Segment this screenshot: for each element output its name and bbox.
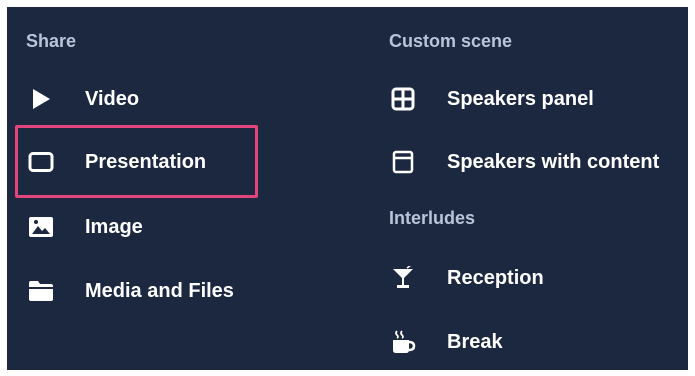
share-media-and-files-label: Media and Files [85,279,234,302]
grid-icon [390,86,416,112]
image-icon [28,214,54,240]
speakers-panel-item[interactable]: Speakers panel [390,79,594,119]
share-menu-panel: Share Video Presentation Image Media and… [7,7,688,370]
share-heading: Share [26,31,77,51]
custom-scene-heading: Custom scene [389,31,513,51]
presentation-icon [28,149,54,175]
reception-item[interactable]: Reception [390,258,544,298]
play-icon [28,86,54,112]
reception-label: Reception [447,266,544,289]
interludes-heading: Interludes [389,208,476,228]
share-image-item[interactable]: Image [28,207,143,247]
break-label: Break [447,330,503,353]
folder-icon [28,278,54,304]
window-icon [390,149,416,175]
share-image-label: Image [85,215,143,238]
share-presentation-label: Presentation [85,150,207,173]
speakers-with-content-item[interactable]: Speakers with content [390,142,659,182]
share-video-item[interactable]: Video [28,79,139,119]
break-item[interactable]: Break [390,322,503,362]
speakers-with-content-label: Speakers with content [447,150,660,173]
coffee-icon [390,329,416,355]
speakers-panel-label: Speakers panel [447,87,594,110]
share-presentation-item[interactable]: Presentation [28,142,206,182]
share-media-and-files-item[interactable]: Media and Files [28,271,234,311]
share-video-label: Video [85,87,140,110]
cocktail-icon [390,265,416,291]
